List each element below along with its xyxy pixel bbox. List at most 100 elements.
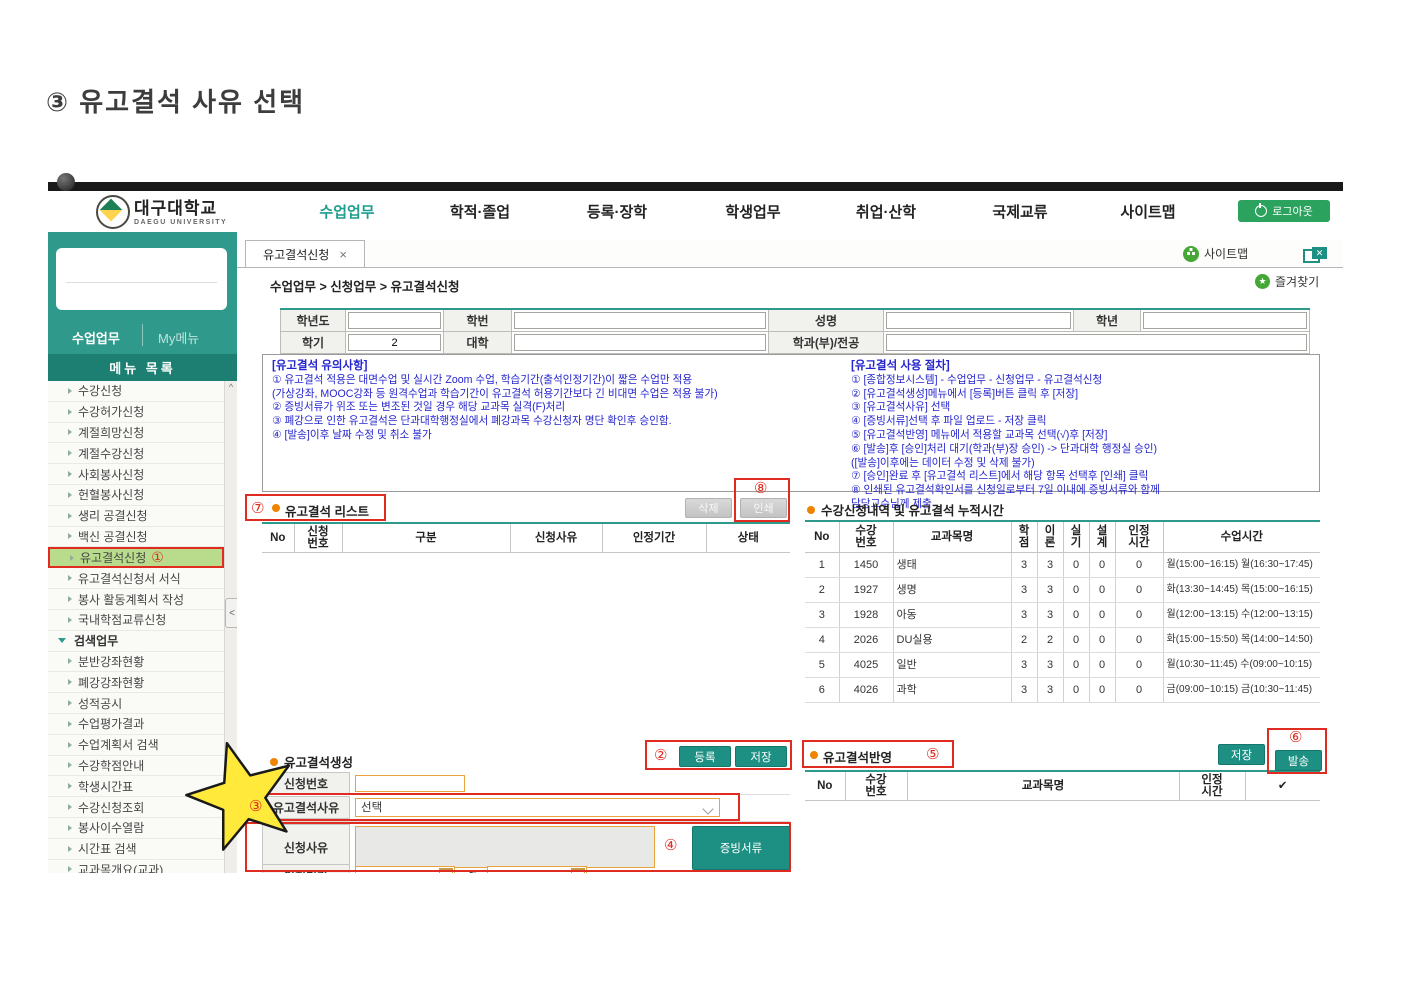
absence-list-title: 유고결석 리스트 [285,505,369,519]
favorite-label: 즐겨찾기 [1275,275,1320,289]
arrow-right-icon [68,533,72,540]
sidebar-item-8[interactable]: 유고결석신청 ① [48,547,224,569]
column-header: 학 점 [1010,522,1037,553]
table-cell: 0 [1114,677,1163,703]
arrow-right-icon [68,658,72,665]
column-header: 이 론 [1036,522,1063,553]
sidebar-item-9[interactable]: 유고결석신청서 서식 [48,568,224,590]
sidebar-tab-work[interactable]: 수업업무 [72,328,120,347]
nav-item-0[interactable]: 수업업무 [319,201,374,222]
sidebar-item-13[interactable]: 분반강좌현황 [48,652,224,673]
table-cell: 일반 [892,652,1011,678]
table-cell: 월(12:00~13:15) 수(12:00~13:15) [1162,602,1320,628]
table-cell: 1450 [838,552,893,578]
field-cell [883,310,1073,332]
column-header: 상태 [705,524,790,553]
table-cell: 0 [1114,602,1163,628]
sidebar-item-label: 학생시간표 [78,779,134,794]
field-input[interactable] [348,334,441,351]
nav-item-2[interactable]: 등록·장학 [587,201,647,222]
sidebar-item-16[interactable]: 수업평가결과 [48,714,224,735]
column-header: 교과목명 [892,522,1011,553]
logo-subtitle: DAEGU UNIVERSITY [134,219,228,226]
sidebar-item-10[interactable]: 봉사 활동계획서 작성 [48,589,224,610]
field-input[interactable] [886,334,1307,351]
reflection-save-button[interactable]: 저장 [1218,744,1265,765]
register-button[interactable]: 등록 [679,746,731,767]
arrow-right-icon [68,491,72,498]
close-icon[interactable]: × [339,247,347,262]
table-cell: 0 [1062,627,1089,653]
table-cell: 생명 [892,577,1011,603]
university-logo-icon [96,195,130,229]
sidebar-item-6[interactable]: 생리 공결신청 [48,506,224,527]
field-input[interactable] [348,312,441,329]
sitemap-shortcut[interactable]: 사이트맵 [1183,245,1248,262]
nav-item-5[interactable]: 국제교류 [992,201,1047,222]
column-header: 신청 번호 [293,524,342,553]
table-cell: 0 [1088,627,1115,653]
app-no-input[interactable] [355,775,465,792]
sidebar-collapse-handle[interactable]: < [225,598,237,628]
field-input[interactable] [886,312,1071,329]
field-cell [345,310,443,332]
sidebar-item-4[interactable]: 사회봉사신청 [48,464,224,485]
table-cell: 0 [1062,652,1089,678]
scroll-up-icon[interactable]: ^ [225,381,237,394]
table-cell: 2 [1036,627,1063,653]
field-label: 학년 [1073,310,1140,332]
student-info-form: 학년도 학번 성명 학년학기 대학 학과(부)/전공 [280,308,1310,354]
nav-item-1[interactable]: 학적·졸업 [450,201,510,222]
column-header: 신청사유 [509,524,602,553]
tab-absence-application[interactable]: 유고결석신청 × [245,240,365,267]
arrow-right-icon [68,471,72,478]
field-input[interactable] [514,312,766,329]
sidebar-item-1[interactable]: 수강허가신청 [48,402,224,423]
annotation-box-send: ⑥ 발송 [1267,728,1327,774]
nav-item-4[interactable]: 취업·산학 [856,201,916,222]
sidebar-item-11[interactable]: 국내학점교류신청 [48,610,224,631]
popup-window-icon[interactable]: ✕ [1303,247,1329,263]
field-input[interactable] [514,334,766,351]
field-label: 대학 [443,332,511,354]
table-cell: 2 [1010,627,1037,653]
notice-title: [유고결석 사용 절차] [851,360,950,372]
field-input[interactable] [1143,312,1307,329]
sidebar-item-label: 국내학점교류신청 [78,613,167,628]
delete-button[interactable]: 삭제 [685,498,732,518]
annotation-2: ② [654,747,668,764]
logo-title: 대구대학교 [134,199,218,218]
sidebar-item-15[interactable]: 성적공시 [48,693,224,714]
table-cell: 0 [1062,552,1089,578]
sidebar-item-5[interactable]: 헌혈봉사신청 [48,485,224,506]
nav-item-6[interactable]: 사이트맵 [1120,201,1175,222]
notice-line: (가상강좌, MOOC강좌 등 원격수업과 학습기간이 유고결석 허용기간보다 … [272,387,718,400]
table-cell: DU실용 [892,627,1011,653]
attach-button[interactable]: 증빙서류 [692,826,790,870]
table-cell: 3 [805,602,839,628]
field-cell [511,332,768,354]
send-button[interactable]: 발송 [1275,750,1322,771]
sidebar-item-3[interactable]: 계절수강신청 [48,443,224,465]
save-button[interactable]: 저장 [735,746,787,767]
sidebar-item-7[interactable]: 백신 공결신청 [48,527,224,548]
sidebar-item-2[interactable]: 계절희망신청 [48,423,224,444]
sidebar-item-12[interactable]: 검색업무 [48,631,224,652]
table-row: 2 1927 생명 3 3 0 0 0 화(13:30~14:45) 목(15:00~16:15… [805,577,1320,603]
arrow-right-icon [68,575,72,582]
tab-bar: 유고결석신청 × 사이트맵 ✕ [237,240,1343,268]
sidebar-item-label: 유고결석신청서 서식 [78,571,181,586]
logout-label: 로그아웃 [1272,206,1313,218]
sitemap-label: 사이트맵 [1204,247,1249,261]
sidebar-item-0[interactable]: 수강신청 [48,381,224,402]
sidebar-item-14[interactable]: 폐강강좌현황 [48,672,224,694]
bullet-icon [810,751,818,759]
logout-button[interactable]: 로그아웃 [1238,200,1330,222]
favorite-button[interactable]: ★ 즐겨찾기 [1255,273,1319,290]
nav-item-3[interactable]: 학생업무 [725,201,780,222]
sidebar-tab-mymenu[interactable]: My메뉴 [158,328,199,347]
sidebar-item-label: 교과목개요(교과) [78,862,164,873]
list-table-table: No 신청 번호 구분 신청사유 인정기간 상태 [262,524,790,553]
field-cell [883,332,1310,354]
table-cell: 3 [1010,577,1037,603]
